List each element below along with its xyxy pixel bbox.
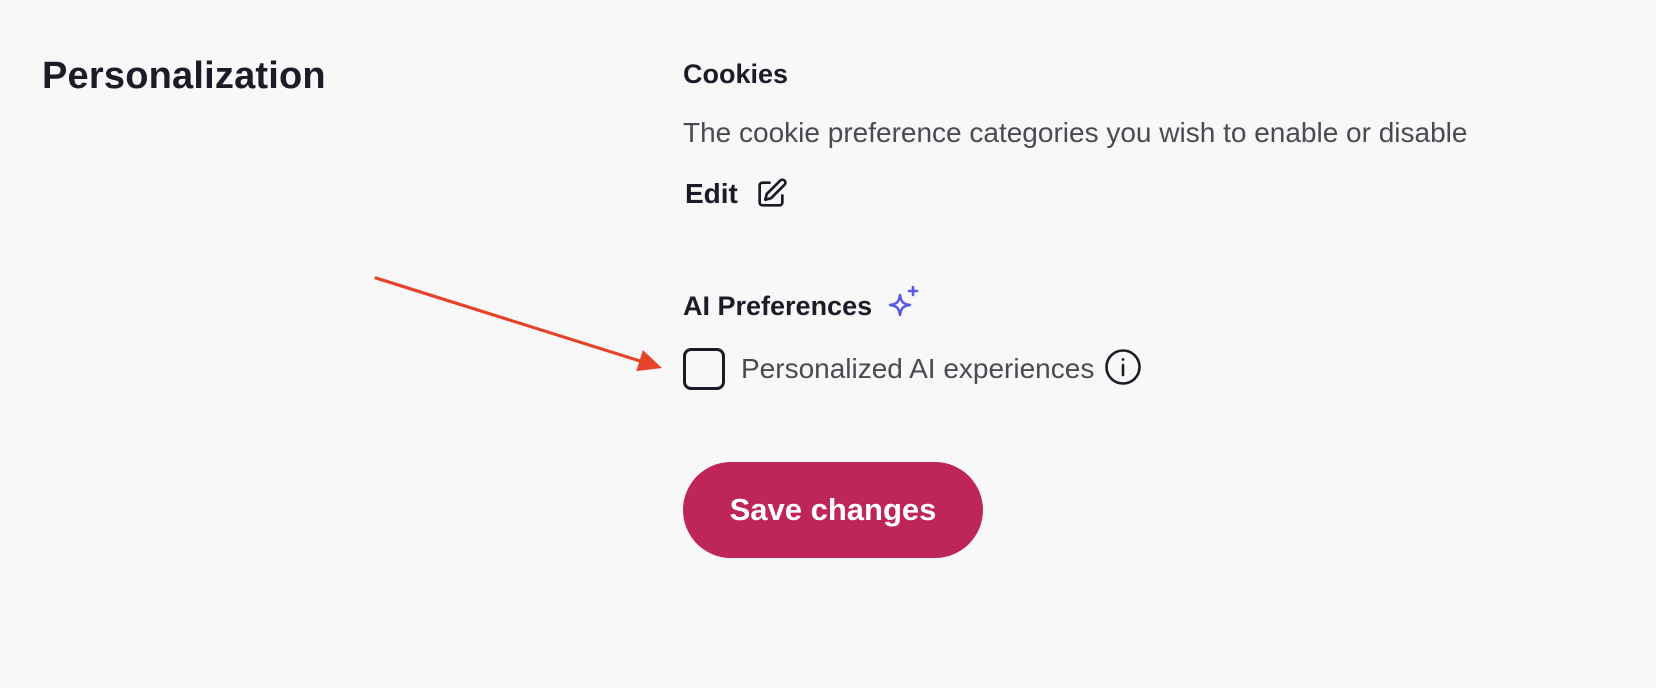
pencil-square-icon [758,178,787,207]
ai-preferences-heading: AI Preferences [683,291,873,321]
save-changes-button[interactable]: Save changes [683,462,983,558]
personalized-ai-label[interactable]: Personalized AI experiences [741,349,1094,389]
edit-cookies-button[interactable]: Edit [685,174,788,214]
section-title: Personalization [42,55,326,97]
settings-column: Cookies The cookie preference categories… [683,0,1603,688]
personalized-ai-checkbox[interactable] [683,348,725,390]
sparkle-icon [888,285,919,317]
edit-label: Edit [685,178,738,209]
cookies-heading: Cookies [683,59,789,89]
info-circle-icon[interactable] [1104,348,1142,386]
personalized-ai-option: Personalized AI experiences [683,348,1142,390]
ai-preferences-header: AI Preferences [683,285,922,324]
cookies-description: The cookie preference categories you wis… [683,117,1468,148]
